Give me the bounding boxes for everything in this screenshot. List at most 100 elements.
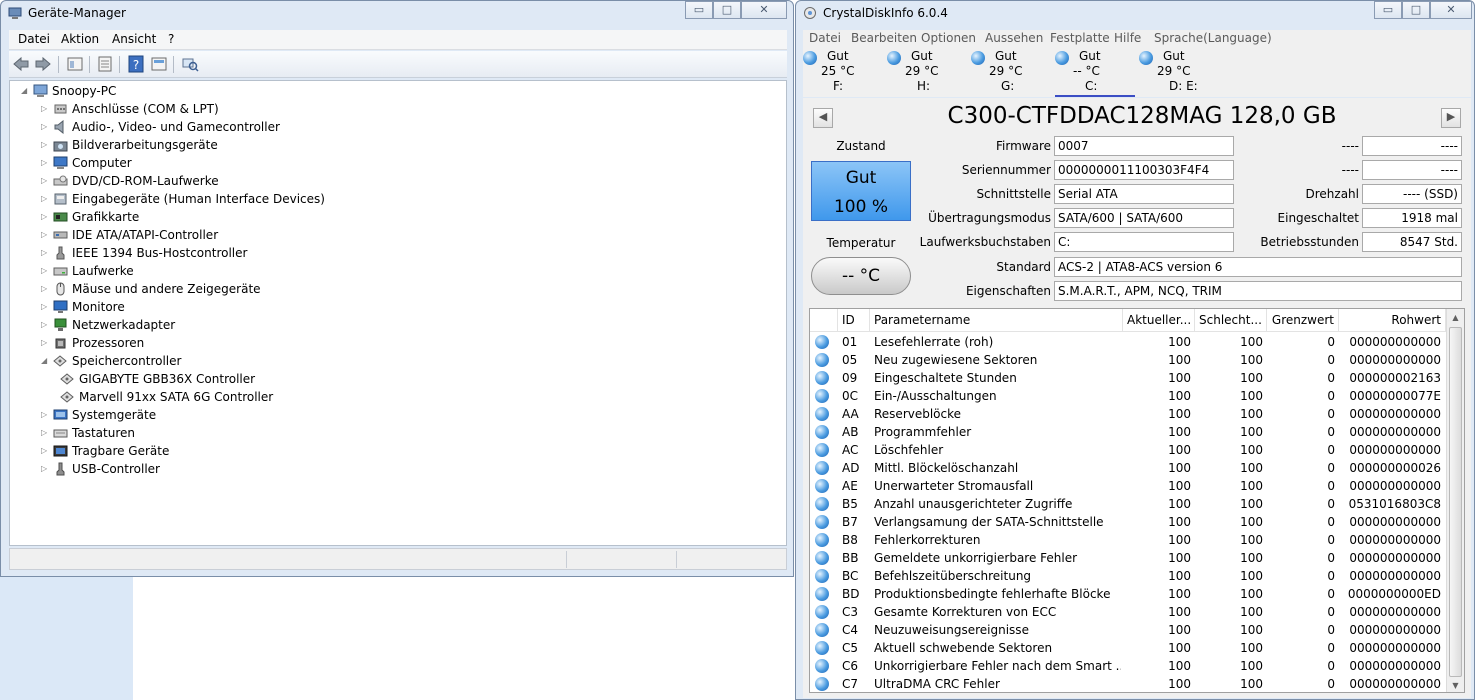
smart-attributes-table[interactable]: ID Parametername Aktueller... Schlecht..… (809, 308, 1465, 693)
header-id[interactable]: ID (838, 309, 870, 332)
maximize-button[interactable]: □ (1402, 1, 1430, 19)
smart-row[interactable]: BC Befehlszeitüberschreitung 100 100 0 000000… (810, 567, 1446, 585)
tree-item-label: Anschlüsse (COM & LPT) (72, 102, 219, 116)
scroll-up-icon[interactable]: ▲ (1447, 309, 1464, 326)
expand-arrow-icon[interactable]: ▷ (41, 154, 51, 172)
header-threshold[interactable]: Grenzwert (1267, 309, 1339, 332)
collapse-arrow-icon[interactable]: ◢ (41, 352, 51, 370)
drive-button[interactable]: Gut -- °C C: (1055, 48, 1135, 97)
status-good-icon (815, 677, 829, 691)
storage-controller-icon (60, 391, 74, 403)
smart-raw-value: 000000002163 (1349, 371, 1441, 385)
header-worst[interactable]: Schlecht... (1195, 309, 1267, 332)
computer-view-icon[interactable] (96, 55, 114, 73)
menu-ansicht[interactable]: Ansicht (112, 32, 156, 46)
smart-row[interactable]: C5 Aktuell schwebende Sektoren 100 100 0 0000… (810, 639, 1446, 657)
expand-arrow-icon[interactable]: ▷ (41, 118, 51, 136)
expand-arrow-icon[interactable]: ▷ (41, 280, 51, 298)
smart-row[interactable]: B7 Verlangsamung der SATA-Schnittstelle 10… (810, 513, 1446, 531)
help-icon[interactable]: ? (127, 55, 145, 73)
temperature-box[interactable]: -- °C (811, 257, 911, 295)
menu-datei[interactable]: Datei (809, 31, 841, 45)
smart-row[interactable]: C7 UltraDMA CRC Fehler 100 100 0 000000000000 (810, 675, 1446, 692)
expand-arrow-icon[interactable]: ▷ (41, 208, 51, 226)
header-raw-value[interactable]: Rohwert (1339, 309, 1446, 332)
close-button[interactable]: ✕ (1430, 1, 1472, 19)
header-current[interactable]: Aktueller... (1123, 309, 1195, 332)
back-icon[interactable] (12, 55, 30, 73)
smart-parameter-name: Reserveblöcke (874, 407, 962, 421)
expand-arrow-icon[interactable]: ▷ (41, 316, 51, 334)
drive-button[interactable]: Gut 29 °C D: E: (1139, 48, 1219, 97)
expand-arrow-icon[interactable]: ▷ (41, 334, 51, 352)
scan-hardware-icon[interactable] (181, 55, 199, 73)
expand-arrow-icon[interactable]: ▷ (41, 298, 51, 316)
menu-language[interactable]: Sprache(Language) (1154, 31, 1272, 45)
cdi-title-bar[interactable]: CrystalDiskInfo 6.0.4 ▭ □ ✕ (796, 1, 1474, 25)
smart-row[interactable]: AD Mittl. Blöckelöschanzahl 100 100 0 0000000… (810, 459, 1446, 477)
smart-id: BC (842, 569, 859, 583)
expand-arrow-icon[interactable]: ▷ (41, 190, 51, 208)
menu-help[interactable]: ? (168, 32, 174, 46)
menu-aktion[interactable]: Aktion (61, 32, 99, 46)
expand-arrow-icon[interactable]: ▷ (41, 406, 51, 424)
expand-arrow-icon[interactable]: ▷ (41, 172, 51, 190)
expand-arrow-icon[interactable]: ▷ (41, 262, 51, 280)
health-status-box[interactable]: Gut 100 % (811, 161, 911, 221)
expand-arrow-icon[interactable]: ▷ (41, 442, 51, 460)
update-driver-icon[interactable] (150, 55, 168, 73)
smart-row[interactable]: C6 Unkorrigierbare Fehler nach dem Smart … (810, 657, 1446, 675)
smart-table-scrollbar[interactable]: ▲ ▼ (1446, 309, 1464, 692)
smart-row[interactable]: C3 Gesamte Korrekturen von ECC 100 100 0 0000… (810, 603, 1446, 621)
minimize-button[interactable]: ▭ (685, 1, 713, 19)
expand-arrow-icon[interactable]: ▷ (41, 226, 51, 244)
expand-arrow-icon[interactable]: ▷ (41, 100, 51, 118)
smart-row[interactable]: BD Produktionsbedingte fehlerhafte Blöcke… (810, 585, 1446, 603)
smart-row[interactable]: 05 Neu zugewiesene Sektoren 100 100 0 0000000… (810, 351, 1446, 369)
rotation-rate-value: ---- (SSD) (1362, 184, 1462, 204)
menu-datei[interactable]: Datei (18, 32, 50, 46)
smart-row[interactable]: C4 Neuzuweisungsereignisse 100 100 0 00000000… (810, 621, 1446, 639)
smart-row[interactable]: AB Programmfehler 100 100 0 000000000000 (810, 423, 1446, 441)
smart-current: 100 (1168, 479, 1191, 493)
expand-arrow-icon[interactable]: ▷ (41, 424, 51, 442)
menu-bearbeiten[interactable]: Bearbeiten (851, 31, 917, 45)
close-button[interactable]: ✕ (741, 1, 787, 19)
drive-button[interactable]: Gut 25 °C F: (803, 48, 883, 97)
expand-arrow-icon[interactable]: ▷ (41, 460, 51, 478)
dm-title-bar[interactable]: Geräte-Manager ▭ □ ✕ (1, 1, 793, 25)
smart-row[interactable]: B8 Fehlerkorrekturen 100 100 0 000000000000 (810, 531, 1446, 549)
forward-icon[interactable] (34, 55, 52, 73)
previous-drive-button[interactable]: ◀ (813, 108, 833, 128)
smart-row[interactable]: AE Unerwarteter Stromausfall 100 100 0 000000… (810, 477, 1446, 495)
header-status-column[interactable] (810, 309, 838, 332)
smart-row[interactable]: AC Löschfehler 100 100 0 000000000000 (810, 441, 1446, 459)
smart-current: 100 (1168, 443, 1191, 457)
expand-arrow-icon[interactable]: ▷ (41, 244, 51, 262)
smart-id: BB (842, 551, 859, 565)
scrollbar-thumb[interactable] (1449, 327, 1462, 677)
header-parameter-name[interactable]: Parametername (870, 309, 1123, 332)
drive-button[interactable]: Gut 29 °C G: (971, 48, 1051, 97)
drive-button[interactable]: Gut 29 °C H: (887, 48, 967, 97)
menu-aussehen[interactable]: Aussehen (985, 31, 1043, 45)
smart-id: 05 (842, 353, 858, 367)
properties-icon[interactable] (66, 55, 84, 73)
smart-row[interactable]: 0C Ein-/Ausschaltungen 100 100 0 00000000077E (810, 387, 1446, 405)
smart-row[interactable]: AA Reserveblöcke 100 100 0 000000000000 (810, 405, 1446, 423)
expand-arrow-icon[interactable]: ▷ (41, 136, 51, 154)
smart-row[interactable]: 09 Eingeschaltete Stunden 100 100 0 000000002… (810, 369, 1446, 387)
smart-parameter-name: Verlangsamung der SATA-Schnittstelle (874, 515, 1104, 529)
smart-row[interactable]: B5 Anzahl unausgerichteter Zugriffe 100 100… (810, 495, 1446, 513)
next-drive-button[interactable]: ▶ (1441, 108, 1461, 128)
minimize-button[interactable]: ▭ (1374, 1, 1402, 19)
smart-row[interactable]: 01 Lesefehlerrate (roh) 100 100 0 00000000000… (810, 333, 1446, 351)
menu-optionen[interactable]: Optionen (921, 31, 976, 45)
maximize-button[interactable]: □ (713, 1, 741, 19)
smart-row[interactable]: BB Gemeldete unkorrigierbare Fehler 100 100… (810, 549, 1446, 567)
scroll-down-icon[interactable]: ▼ (1447, 677, 1464, 692)
device-tree[interactable]: ◢ Snoopy-PC ▷ Anschlüsse (COM & LPT) ▷ Audio-… (9, 80, 787, 546)
menu-festplatte[interactable]: Festplatte (1050, 31, 1110, 45)
menu-hilfe[interactable]: Hilfe (1114, 31, 1141, 45)
collapse-arrow-icon[interactable]: ◢ (21, 82, 31, 100)
